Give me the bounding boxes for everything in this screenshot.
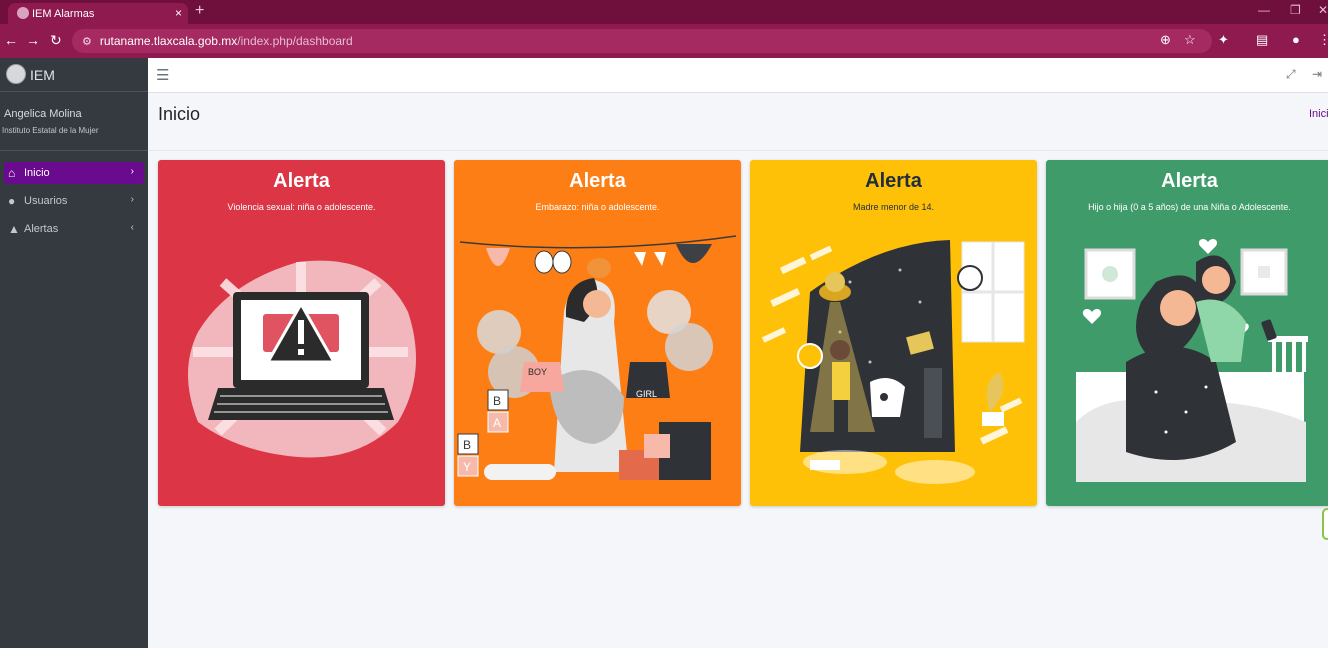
browser-tab-bar: IEM Alarmas × + — ❐ ✕ (0, 0, 1328, 24)
sidebar-item-inicio[interactable]: ⌂ Inicio › (4, 162, 144, 184)
page-title: Inicio (158, 104, 201, 124)
card-title: Alerta (865, 170, 922, 192)
block-b2-label: B (463, 438, 471, 452)
zoom-icon[interactable]: ⊕ (1160, 32, 1171, 48)
sidebar-item-label: Alertas (24, 223, 59, 235)
sidebar-item-label: Usuarios (24, 195, 68, 207)
fullscreen-icon[interactable]: ⤢ (1286, 67, 1296, 82)
side-feedback-handle[interactable] (1322, 508, 1328, 540)
sidebar: IEM Angelica Molina Instituto Estatal de… (0, 58, 148, 648)
menu-toggle-icon[interactable]: ☰ (156, 66, 169, 84)
url-host: rutaname.tlaxcala.gob.mx (99, 34, 238, 48)
site-info-icon[interactable]: ⚙ (82, 35, 92, 48)
browser-address-bar: ← → ↻ ⚙ rutaname.tlaxcala.gob.mx/index.p… (0, 24, 1328, 58)
brand-text: IEM (30, 67, 55, 83)
reload-icon[interactable]: ↻ (50, 32, 62, 49)
sidebar-item-label: Inicio (24, 167, 50, 179)
card-title: Alerta (1161, 170, 1218, 192)
close-tab-icon[interactable]: × (175, 6, 182, 20)
girl-label: GIRL (636, 389, 657, 399)
card-subtitle: Embarazo: niña o adolescente. (535, 202, 660, 212)
alert-card-madre-menor[interactable]: Alerta Madre menor de 14. (750, 160, 1037, 506)
home-icon: ⌂ (8, 166, 16, 180)
card-title: Alerta (273, 170, 330, 192)
chevron-right-icon: › (130, 194, 134, 205)
mother-child-illustration (1076, 239, 1308, 482)
card-title: Alerta (569, 170, 626, 192)
favicon-icon (17, 7, 29, 19)
forward-icon[interactable]: → (26, 32, 40, 48)
restore-icon[interactable]: ❐ (1290, 3, 1301, 17)
card-subtitle: Violencia sexual: niña o adolescente. (227, 202, 376, 212)
bookmark-star-icon[interactable]: ☆ (1184, 32, 1196, 48)
close-window-icon[interactable]: ✕ (1318, 3, 1328, 17)
reading-list-icon[interactable]: ▤ (1256, 32, 1268, 48)
card-subtitle: Madre menor de 14. (852, 202, 935, 212)
boy-label: BOY (528, 367, 547, 377)
profile-icon[interactable]: ● (1292, 32, 1300, 47)
browser-menu-icon[interactable]: ⋮ (1318, 32, 1328, 48)
brand-link[interactable]: IEM (0, 58, 148, 92)
back-icon[interactable]: ← (4, 32, 18, 48)
user-organization: Instituto Estatal de la Mujer (2, 126, 99, 135)
url-input[interactable]: ⚙ rutaname.tlaxcala.gob.mx/index.php/das… (72, 29, 1212, 53)
sidebar-item-usuarios[interactable]: ● Usuarios › (4, 190, 144, 212)
classroom-illustration (761, 240, 1025, 484)
chevron-left-icon: ‹ (130, 222, 134, 233)
card-subtitle: Hijo o hija (0 a 5 años) de una Niña o A… (1088, 202, 1291, 212)
chevron-right-icon: › (130, 166, 134, 177)
user-icon: ● (8, 194, 16, 208)
content-divider (148, 150, 1328, 151)
sidebar-item-alertas[interactable]: ▲ Alertas ‹ (4, 218, 144, 240)
browser-tab[interactable]: IEM Alarmas × (8, 3, 188, 24)
url-path: /index.php/dashboard (237, 34, 353, 48)
breadcrumb[interactable]: Inicio (1309, 108, 1328, 120)
block-b-label: B (493, 394, 501, 408)
logout-icon[interactable]: ⇥ (1312, 67, 1322, 81)
block-a-label: A (493, 416, 501, 430)
sidebar-divider (0, 150, 148, 151)
user-name[interactable]: Angelica Molina (4, 108, 82, 120)
block-y-label: Y (463, 460, 471, 474)
pregnancy-illustration: BOY GIRL B A B Y (457, 235, 737, 480)
warning-icon: ▲ (8, 222, 20, 236)
browser-tab-title: IEM Alarmas (32, 7, 95, 20)
laptop-warning-illustration (188, 260, 416, 458)
new-tab-button[interactable]: + (195, 2, 204, 20)
top-navbar: ☰ ⤢ ⇥ (148, 58, 1328, 93)
brand-logo-icon (6, 64, 26, 84)
minimize-icon[interactable]: — (1258, 3, 1270, 17)
alert-card-hijo-hija[interactable]: Alerta Hijo o hija (0 a 5 años) de una N… (1046, 160, 1328, 506)
extensions-icon[interactable]: ✦ (1218, 32, 1229, 48)
alert-card-embarazo[interactable]: Alerta Embarazo: niña o adolescente. BOY… (454, 160, 741, 506)
alert-card-violencia[interactable]: Alerta Violencia sexual: niña o adolesce… (158, 160, 445, 506)
